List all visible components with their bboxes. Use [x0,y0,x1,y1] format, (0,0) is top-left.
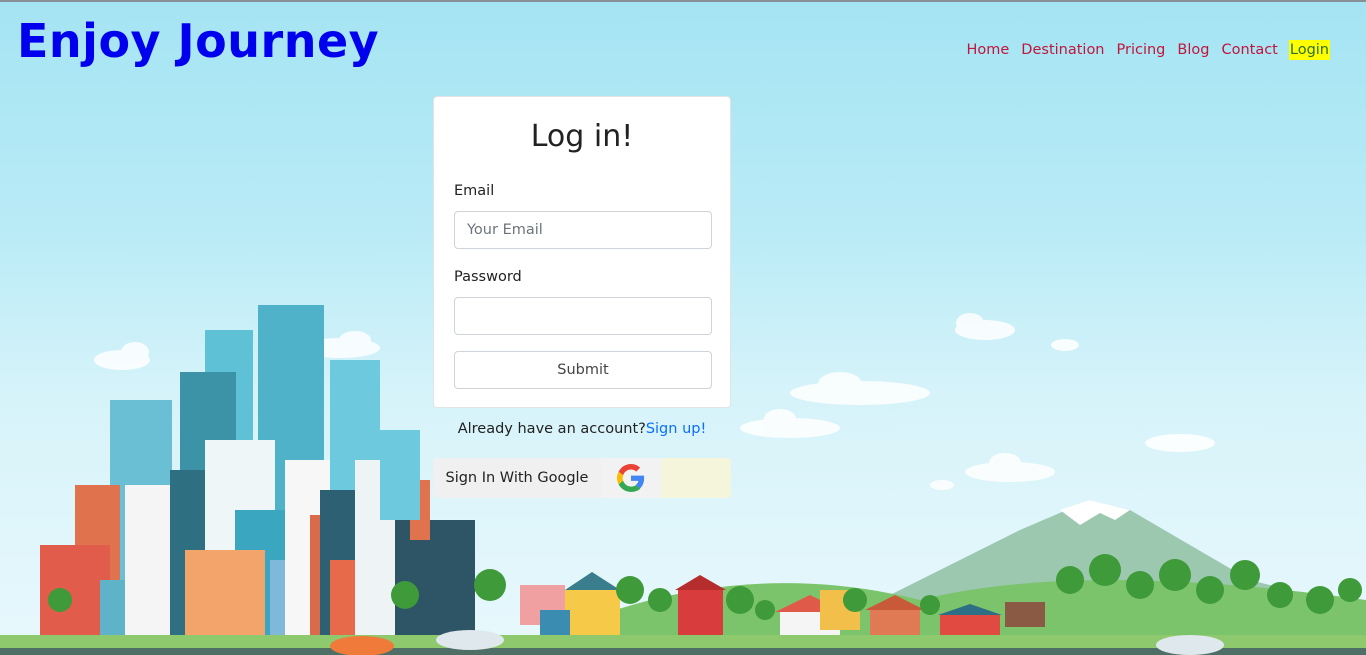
nav-destination-link[interactable]: Destination [1020,40,1105,60]
main-nav: Home Destination Pricing Blog Contact Lo… [965,40,1330,60]
login-title: Log in! [530,119,634,154]
submit-button[interactable]: Submit [454,351,712,389]
nav-blog-link[interactable]: Blog [1176,40,1210,60]
nav-login-link[interactable]: Login [1288,40,1330,60]
nav-home-link[interactable]: Home [965,40,1010,60]
password-label: Password [454,269,522,285]
signup-prompt-text: Already have an account? [457,421,646,437]
nav-pricing-link[interactable]: Pricing [1116,40,1167,60]
google-signin-container: Sign In With Google [433,458,731,498]
signup-link[interactable]: Sign up! [646,421,706,437]
signup-prompt: Already have an account?Sign up! [433,421,731,437]
login-card: Log in! Email Password Submit [433,96,731,408]
site-logo[interactable]: Enjoy Journey [17,18,379,64]
email-label: Email [454,183,495,199]
google-signin-label: Sign In With Google [433,458,601,498]
google-g-icon [601,458,661,498]
nav-contact-link[interactable]: Contact [1220,40,1278,60]
password-field[interactable] [454,297,712,335]
google-signin-button[interactable]: Sign In With Google [433,458,661,498]
email-field[interactable] [454,211,712,249]
